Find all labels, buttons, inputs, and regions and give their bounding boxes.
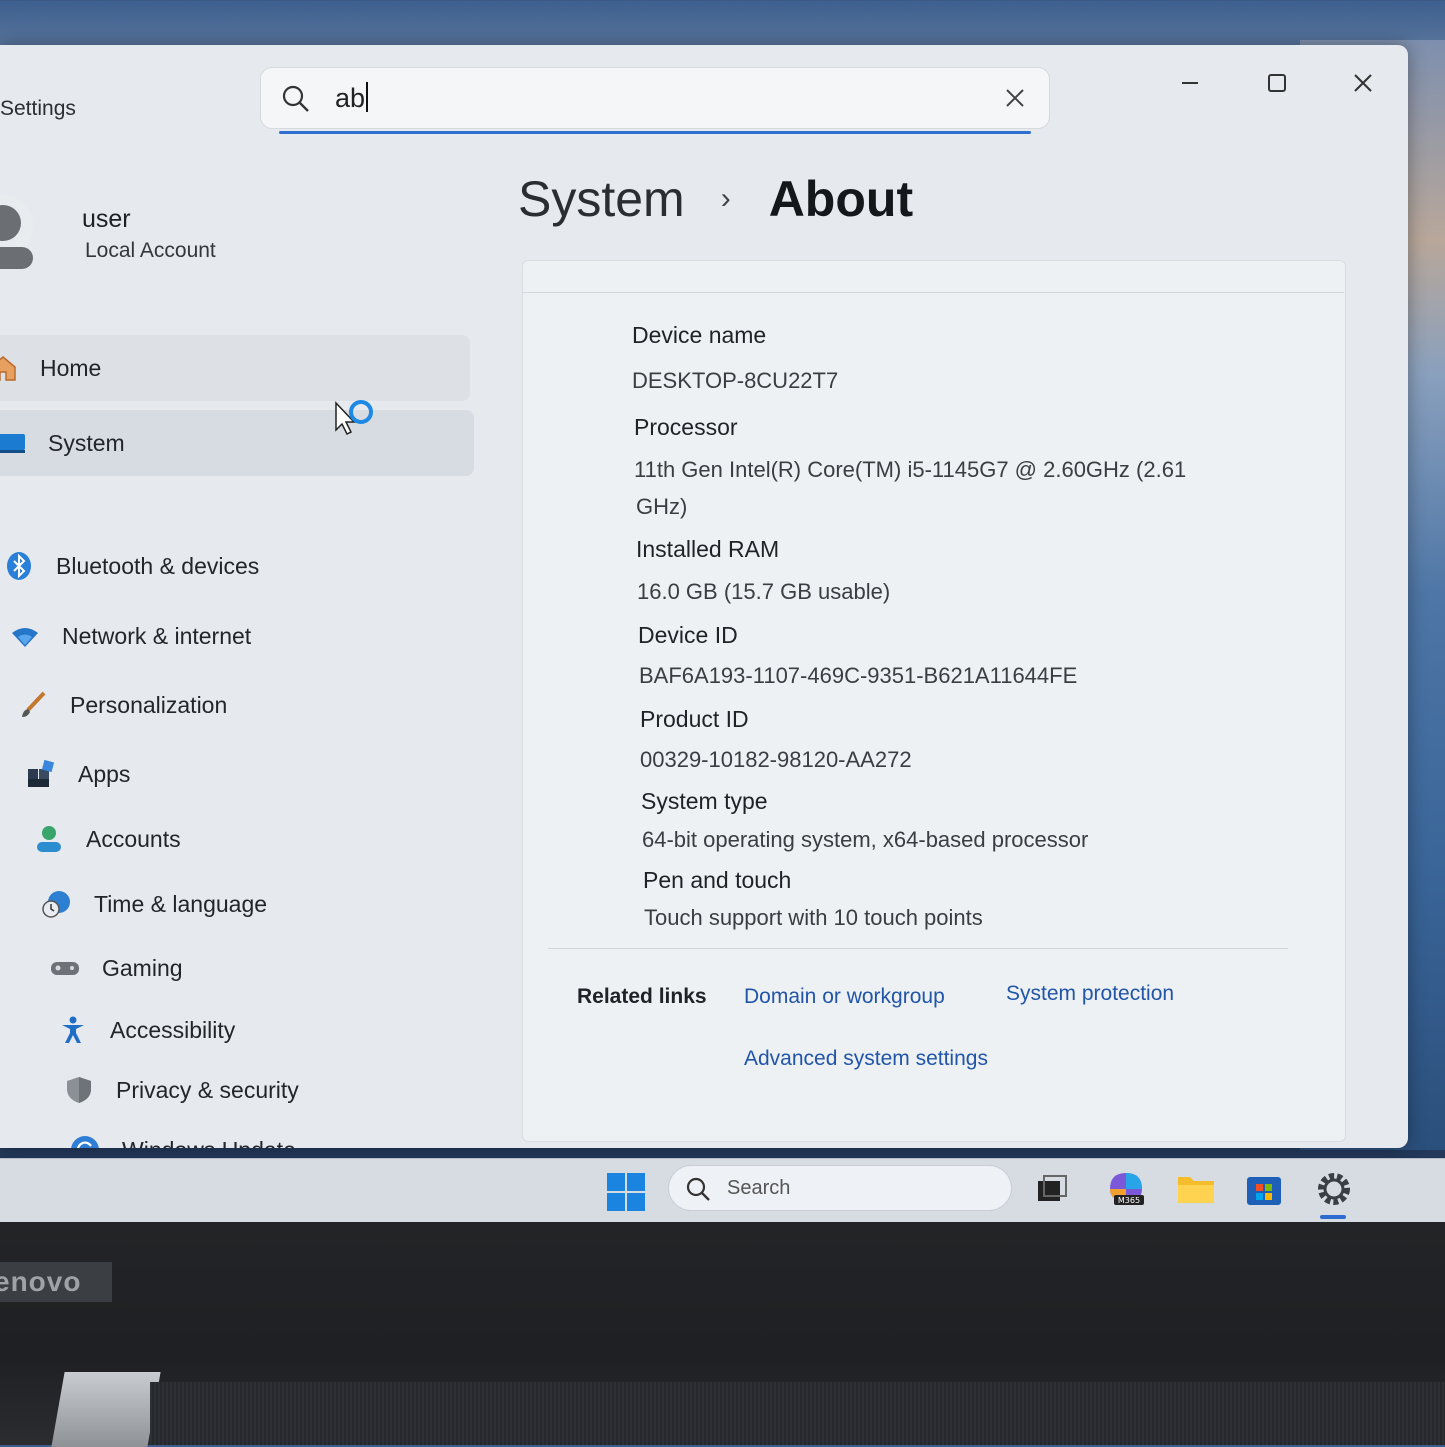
domain-workgroup-link[interactable]: Domain or workgroup [744, 985, 945, 1009]
maximize-button[interactable] [1257, 63, 1297, 103]
card-header-strip [522, 260, 1344, 293]
laptop-bezel: enovo [0, 1222, 1445, 1447]
windows-start-icon[interactable] [606, 1172, 646, 1212]
search-icon [281, 84, 311, 114]
brush-icon [18, 690, 48, 720]
hinge [51, 1372, 161, 1447]
wifi-icon [10, 621, 40, 651]
spec-label: Installed RAM [636, 536, 780, 562]
keyboard-base [150, 1382, 1445, 1445]
globe-clock-icon [42, 889, 72, 919]
gamepad-icon [50, 953, 80, 983]
sidebar-item-privacy-security[interactable]: Privacy & security [64, 1057, 299, 1123]
clear-search-icon[interactable] [1001, 84, 1029, 112]
sidebar-item-apps[interactable]: Apps [26, 741, 130, 807]
advanced-system-settings-link[interactable]: Advanced system settings [744, 1047, 988, 1071]
minimize-button[interactable] [1170, 63, 1210, 103]
m365-badge: M365 [1118, 1196, 1140, 1205]
spec-value: 00329-10182-98120-AA272 [640, 747, 912, 772]
sidebar-item-label: Home [40, 354, 102, 381]
spec-value: BAF6A193-1107-469C-9351-B621A11644FE [639, 663, 1078, 688]
sidebar-item-label: Personalization [70, 691, 228, 718]
breadcrumb-parent[interactable]: System [518, 170, 685, 228]
sidebar-item-home[interactable]: Home [0, 335, 470, 401]
sidebar-item-label: Gaming [102, 954, 183, 981]
update-icon [70, 1135, 100, 1148]
spec-value: 64-bit operating system, x64-based proce… [642, 827, 1089, 852]
sidebar-item-label: Windows Update [122, 1137, 296, 1149]
person-icon [34, 824, 64, 854]
search-focus-underline [279, 131, 1031, 134]
search-value: ab [335, 82, 368, 114]
taskbar: Search M365 [0, 1158, 1445, 1223]
sidebar-item-windows-update[interactable]: Windows Update [70, 1117, 296, 1148]
settings-gear-icon[interactable] [1312, 1167, 1356, 1211]
spec-label: Device name [632, 322, 767, 348]
brand-logo: enovo [0, 1262, 112, 1302]
user-name: user [82, 205, 131, 233]
related-links-title: Related links [577, 985, 707, 1008]
account-type: Local Account [85, 239, 216, 262]
spec-value: GHz) [636, 494, 688, 519]
sidebar-item-label: Network & internet [62, 622, 252, 649]
page-title: About [768, 171, 914, 227]
app-title: Settings [0, 97, 76, 120]
spec-label: Pen and touch [643, 867, 792, 893]
divider [548, 948, 1288, 949]
sidebar-item-label: Privacy & security [116, 1076, 299, 1103]
taskbar-search[interactable]: Search [668, 1165, 1012, 1211]
spec-value: Touch support with 10 touch points [644, 905, 983, 930]
sidebar-item-label: Time & language [94, 890, 268, 917]
task-view-icon[interactable] [1030, 1167, 1074, 1211]
sidebar-item-label: System [48, 429, 125, 456]
monitor-icon [0, 428, 26, 458]
avatar[interactable] [0, 195, 36, 305]
sidebar-item-network[interactable]: Network & internet [10, 603, 251, 669]
sidebar-item-time-language[interactable]: Time & language [42, 871, 267, 937]
sidebar-item-personalization[interactable]: Personalization [18, 672, 227, 738]
taskbar-search-placeholder: Search [727, 1177, 791, 1199]
sidebar-item-bluetooth[interactable]: Bluetooth & devices [4, 533, 259, 599]
spec-value: 16.0 GB (15.7 GB usable) [637, 579, 891, 604]
spec-label: Device ID [638, 622, 738, 648]
active-app-indicator [1320, 1215, 1346, 1219]
spec-value: DESKTOP-8CU22T7 [632, 368, 839, 393]
sidebar-item-label: Accounts [86, 825, 181, 852]
search-input[interactable]: ab [260, 67, 1050, 134]
sidebar-item-accounts[interactable]: Accounts [34, 806, 181, 872]
breadcrumb: System › About [518, 170, 913, 228]
mouse-pointer-busy-icon [333, 400, 383, 444]
bluetooth-icon [4, 551, 34, 581]
sidebar-item-system[interactable]: System [0, 410, 474, 476]
sidebar-item-label: Apps [78, 760, 131, 787]
search-icon [685, 1176, 711, 1202]
spec-label: Processor [634, 414, 738, 440]
sidebar-item-label: Accessibility [110, 1016, 236, 1043]
sidebar-item-label: Bluetooth & devices [56, 552, 260, 579]
accessibility-icon [58, 1015, 88, 1045]
home-icon [0, 353, 18, 383]
chevron-right-icon: › [720, 182, 731, 215]
spec-label: System type [641, 788, 768, 814]
close-button[interactable] [1343, 63, 1383, 103]
sidebar-item-gaming[interactable]: Gaming [50, 935, 183, 1001]
system-protection-link[interactable]: System protection [1006, 982, 1174, 1006]
m365-copilot-icon[interactable]: M365 [1104, 1167, 1148, 1211]
shield-icon [64, 1075, 94, 1105]
spec-value: 11th Gen Intel(R) Core(TM) i5-1145G7 @ 2… [634, 457, 1187, 482]
apps-icon [26, 759, 56, 789]
file-explorer-icon[interactable] [1174, 1167, 1218, 1211]
settings-window: Settings ab user Local Account Home Syst… [0, 45, 1408, 1148]
sidebar-item-accessibility[interactable]: Accessibility [58, 997, 235, 1063]
spec-label: Product ID [640, 706, 749, 732]
microsoft-store-icon[interactable] [1242, 1167, 1286, 1211]
